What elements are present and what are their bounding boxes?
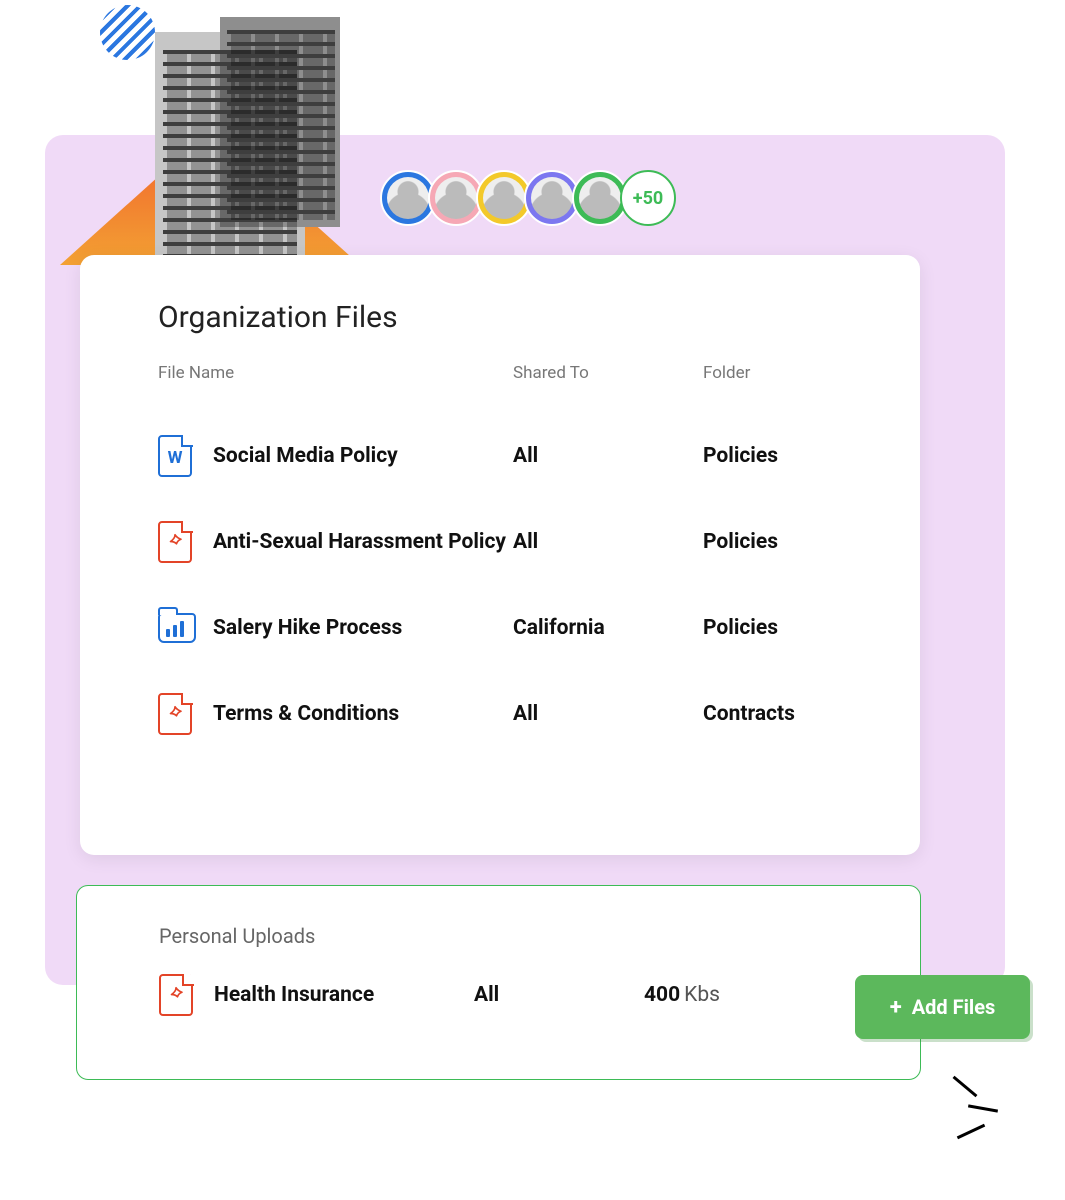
avatar-face-icon bbox=[531, 177, 573, 219]
folder-name: Policies bbox=[703, 444, 850, 468]
shared-to: All bbox=[513, 530, 703, 554]
column-header-shared-to: Shared To bbox=[513, 363, 703, 383]
pdf-doc-icon bbox=[158, 521, 192, 563]
table-row[interactable]: Salery Hike Process California Policies bbox=[158, 585, 850, 671]
word-doc-icon: W bbox=[158, 435, 192, 477]
column-header-folder: Folder bbox=[703, 363, 850, 383]
add-files-button[interactable]: + Add Files bbox=[855, 975, 1030, 1039]
avatar-face-icon bbox=[483, 177, 525, 219]
file-name: Anti-Sexual Harassment Policy bbox=[213, 529, 513, 555]
add-files-label: Add Files bbox=[912, 995, 996, 1019]
table-row[interactable]: Health Insurance All 400Kbs bbox=[159, 974, 864, 1016]
table-header-row: File Name Shared To Folder bbox=[158, 363, 850, 383]
shared-to: All bbox=[513, 444, 703, 468]
file-size: 400Kbs bbox=[644, 983, 864, 1007]
card-title: Organization Files bbox=[158, 300, 850, 335]
building-illustration bbox=[155, 12, 345, 262]
folder-name: Policies bbox=[703, 530, 850, 554]
shared-to: All bbox=[474, 983, 644, 1007]
personal-uploads-card: Personal Uploads Health Insurance All 40… bbox=[76, 885, 921, 1080]
organization-files-card: Organization Files File Name Shared To F… bbox=[80, 255, 920, 855]
file-name: Health Insurance bbox=[214, 983, 474, 1007]
avatar-face-icon bbox=[435, 177, 477, 219]
folder-name: Policies bbox=[703, 616, 850, 640]
table-row[interactable]: Anti-Sexual Harassment Policy All Polici… bbox=[158, 499, 850, 585]
avatar-overflow-count[interactable]: +50 bbox=[620, 170, 676, 226]
shared-to: California bbox=[513, 616, 703, 640]
file-name: Terms & Conditions bbox=[213, 701, 513, 727]
avatar-group: +50 bbox=[380, 170, 676, 226]
column-header-file-name: File Name bbox=[158, 363, 513, 383]
file-name: Salery Hike Process bbox=[213, 615, 513, 641]
folder-chart-icon bbox=[158, 607, 192, 649]
shared-to: All bbox=[513, 702, 703, 726]
file-size-value: 400 bbox=[644, 983, 680, 1007]
blue-pattern-circle-decor bbox=[100, 5, 155, 60]
table-row[interactable]: W Social Media Policy All Policies bbox=[158, 413, 850, 499]
avatar-face-icon bbox=[387, 177, 429, 219]
file-size-unit: Kbs bbox=[684, 983, 720, 1007]
file-name: Social Media Policy bbox=[213, 443, 513, 469]
pdf-doc-icon bbox=[158, 693, 192, 735]
cursor-click-icon bbox=[930, 1075, 1030, 1155]
folder-name: Contracts bbox=[703, 702, 850, 726]
avatar-face-icon bbox=[579, 177, 621, 219]
card-title: Personal Uploads bbox=[159, 924, 864, 948]
table-row[interactable]: Terms & Conditions All Contracts bbox=[158, 671, 850, 757]
pdf-doc-icon bbox=[159, 974, 193, 1016]
plus-icon: + bbox=[890, 995, 902, 1020]
